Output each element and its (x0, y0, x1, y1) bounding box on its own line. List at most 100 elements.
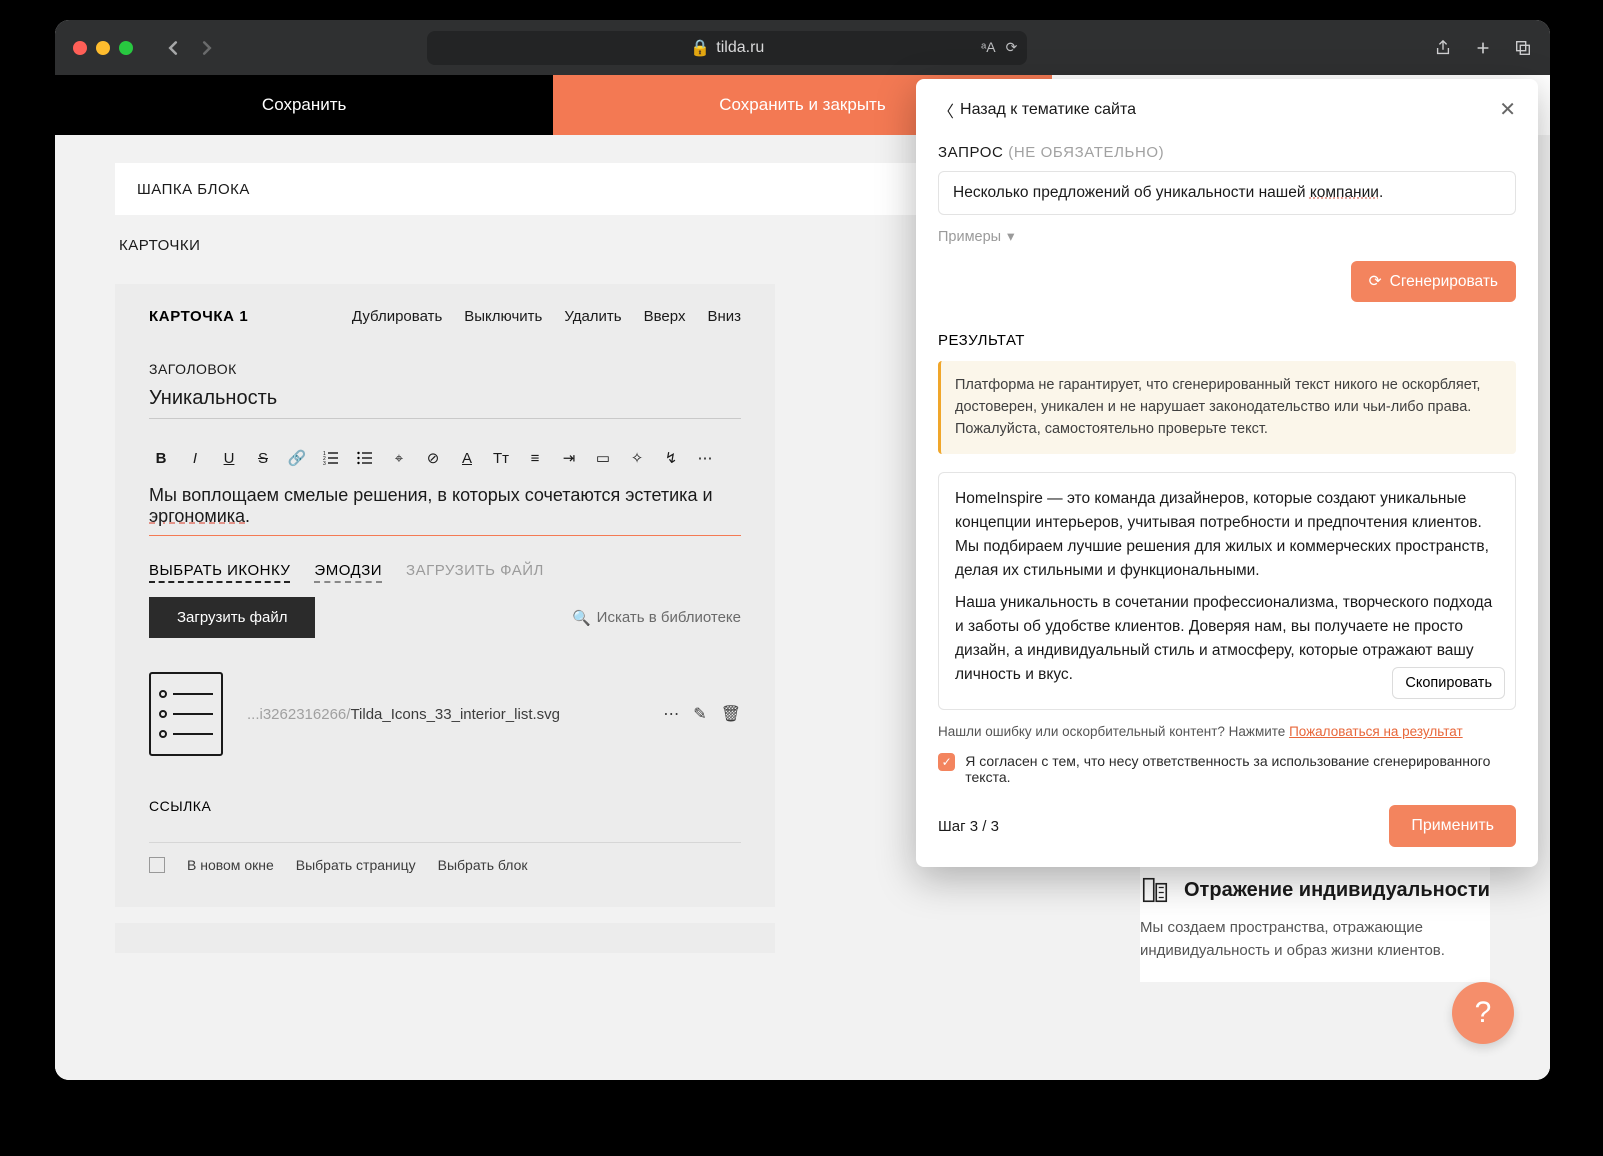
icon-source-tabs: ВЫБРАТЬ ИКОНКУ ЭМОДЗИ ЗАГРУЗИТЬ ФАЙЛ (149, 562, 741, 583)
file-path-dim: ...i3262316266/ (247, 706, 350, 723)
maximize-window-dot[interactable] (119, 41, 133, 55)
block-header-label: ШАПКА БЛОКА (137, 181, 250, 198)
file-name: ...i3262316266/Tilda_Icons_33_interior_l… (247, 706, 639, 723)
ai-back-link[interactable]: 〈 Назад к тематике сайта (938, 98, 1136, 122)
book-icon[interactable]: ▭ (591, 447, 615, 469)
preview-text: Мы создаем пространства, отражающие инди… (1140, 917, 1490, 962)
svg-text:3: 3 (323, 461, 326, 465)
new-window-label: В новом окне (187, 857, 274, 873)
move-down-button[interactable]: Вниз (707, 308, 741, 325)
unordered-list-icon[interactable] (353, 447, 377, 469)
back-nav-icon[interactable] (161, 36, 185, 60)
choose-block-link[interactable]: Выбрать блок (438, 857, 528, 873)
anchor-icon[interactable]: ⌖ (387, 447, 411, 469)
ai-assistant-panel: 〈 Назад к тематике сайта ✕ ЗАПРОС (НЕ ОБ… (916, 79, 1538, 867)
help-fab[interactable]: ? (1452, 982, 1514, 1044)
uploaded-file-row: ...i3262316266/Tilda_Icons_33_interior_l… (149, 672, 741, 756)
new-tab-icon[interactable] (1474, 39, 1492, 57)
ai-result-text[interactable]: HomeInspire — это команда дизайнеров, ко… (938, 472, 1516, 710)
text-size-icon[interactable]: Tт (489, 447, 513, 469)
file-more-icon[interactable]: ⋯ (663, 704, 679, 724)
card-actions: Дублировать Выключить Удалить Вверх Вниз (352, 308, 741, 325)
delete-button[interactable]: Удалить (564, 308, 621, 325)
search-library-link[interactable]: 🔍 Искать в библиотеке (572, 609, 741, 627)
upload-file-button[interactable]: Загрузить файл (149, 597, 315, 638)
preview-feature-card: Отражение индивидуальности Мы создаем пр… (1140, 857, 1490, 982)
share-icon[interactable] (1434, 39, 1452, 57)
card-1: КАРТОЧКА 1 Дублировать Выключить Удалить… (115, 284, 775, 907)
more-icon[interactable]: ⋯ (693, 447, 717, 469)
address-bar[interactable]: 🔒 tilda.ru ᵃA ⟳ (427, 31, 1027, 65)
tabs-icon[interactable] (1514, 39, 1532, 57)
sparkle-icon[interactable]: ✧ (625, 447, 649, 469)
chevron-down-icon: ▾ (1007, 229, 1014, 245)
choose-page-link[interactable]: Выбрать страницу (296, 857, 416, 873)
ai-report-row: Нашли ошибку или оскорбительный контент?… (938, 724, 1516, 739)
search-library-text: Искать в библиотеке (597, 609, 741, 626)
bold-icon[interactable]: B (149, 447, 173, 469)
browser-toolbar: 🔒 tilda.ru ᵃA ⟳ (55, 20, 1550, 75)
code-icon[interactable]: ↯ (659, 447, 683, 469)
card-2-collapsed[interactable] (115, 923, 775, 953)
heading-label: ЗАГОЛОВОК (149, 361, 741, 377)
move-up-button[interactable]: Вверх (644, 308, 686, 325)
italic-icon[interactable]: I (183, 447, 207, 469)
consent-row: ✓ Я согласен с тем, что несу ответственн… (938, 753, 1516, 785)
ai-result-label: РЕЗУЛЬТАТ (938, 332, 1516, 349)
apply-button[interactable]: Применить (1389, 805, 1516, 847)
minimize-window-dot[interactable] (96, 41, 110, 55)
preview-icon (1140, 875, 1170, 905)
link-label: ССЫЛКА (149, 798, 741, 814)
tab-emoji[interactable]: ЭМОДЗИ (314, 562, 382, 583)
clear-format-icon[interactable]: ⊘ (421, 447, 445, 469)
strike-icon[interactable]: S (251, 447, 275, 469)
app-area: Сохранить Сохранить и закрыть Закрыть ША… (55, 75, 1550, 1080)
new-window-checkbox[interactable] (149, 857, 165, 873)
magnifier-icon: 🔍 (572, 609, 591, 627)
indent-icon[interactable]: ⇥ (557, 447, 581, 469)
close-window-dot[interactable] (73, 41, 87, 55)
tab-choose-icon[interactable]: ВЫБРАТЬ ИКОНКУ (149, 562, 290, 583)
underline-icon[interactable]: U (217, 447, 241, 469)
translate-icon[interactable]: ᵃA (981, 39, 996, 56)
generate-button[interactable]: ⟳ Сгенерировать (1351, 261, 1516, 302)
reload-icon[interactable]: ⟳ (1006, 39, 1018, 56)
window-controls (73, 41, 133, 55)
consent-text: Я согласен с тем, что несу ответственнос… (965, 753, 1516, 785)
file-delete-icon[interactable]: 🗑 (721, 704, 741, 724)
description-input[interactable]: Мы воплощаем смелые решения, в которых с… (149, 477, 741, 536)
save-button[interactable]: Сохранить (55, 75, 553, 135)
desc-text-suffix: . (245, 506, 250, 526)
ai-disclaimer: Платформа не гарантирует, что сгенериров… (938, 361, 1516, 454)
duplicate-button[interactable]: Дублировать (352, 308, 442, 325)
result-paragraph-1: HomeInspire — это команда дизайнеров, ко… (955, 487, 1499, 583)
card-title: КАРТОЧКА 1 (149, 308, 248, 325)
preview-title: Отражение индивидуальности (1184, 879, 1490, 902)
ai-request-input[interactable]: Несколько предложений об уникальности на… (938, 171, 1516, 215)
ai-request-label: ЗАПРОС (НЕ ОБЯЗАТЕЛЬНО) (938, 144, 1516, 161)
forward-nav-icon[interactable] (195, 36, 219, 60)
consent-checkbox[interactable]: ✓ (938, 753, 955, 771)
chevron-left-icon: 〈 (938, 98, 954, 122)
step-indicator: Шаг 3 / 3 (938, 818, 999, 835)
lock-icon: 🔒 (690, 38, 710, 58)
ai-examples-dropdown[interactable]: Примеры ▾ (938, 229, 1516, 245)
ai-back-text: Назад к тематике сайта (960, 101, 1136, 119)
disable-button[interactable]: Выключить (464, 308, 542, 325)
link-options-row: В новом окне Выбрать страницу Выбрать бл… (149, 842, 741, 873)
ordered-list-icon[interactable]: 123 (319, 447, 343, 469)
browser-window: 🔒 tilda.ru ᵃA ⟳ Сохранить Сохранить и за… (55, 20, 1550, 1080)
tab-upload-file[interactable]: ЗАГРУЗИТЬ ФАЙЛ (406, 562, 544, 583)
font-icon[interactable]: A (455, 447, 479, 469)
file-thumbnail-icon (149, 672, 223, 756)
desc-text-underlined: эргономика (149, 506, 245, 526)
file-edit-icon[interactable]: ✎ (693, 704, 706, 724)
report-link[interactable]: Пожаловаться на результат (1289, 724, 1463, 739)
ai-close-icon[interactable]: ✕ (1499, 97, 1516, 122)
url-text: tilda.ru (716, 39, 764, 57)
link-icon[interactable]: 🔗 (285, 447, 309, 469)
heading-input[interactable]: Уникальность (149, 387, 741, 419)
copy-button[interactable]: Скопировать (1392, 667, 1505, 699)
rte-toolbar: B I U S 🔗 123 ⌖ ⊘ A Tт ≡ ⇥ ▭ ✧ ↯ ⋯ (149, 439, 741, 477)
align-icon[interactable]: ≡ (523, 447, 547, 469)
